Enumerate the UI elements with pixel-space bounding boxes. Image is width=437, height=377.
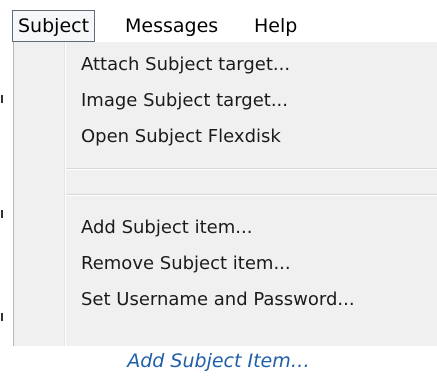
menu-item-label: Open Subject Flexdisk	[81, 126, 281, 147]
menu-item-open-subject-flexdisk[interactable]: Open Subject Flexdisk	[81, 119, 281, 155]
menu-item-image-subject-target[interactable]: Image Subject target...	[81, 83, 288, 119]
menu-item-label: Remove Subject item...	[81, 253, 291, 274]
menu-help-label: Help	[254, 15, 298, 37]
menu-help[interactable]: Help	[249, 10, 302, 42]
menu-item-label: Add Subject item...	[81, 217, 253, 238]
menu-item-set-username-password[interactable]: Set Username and Password...	[81, 282, 355, 318]
subject-dropdown-menu: Attach Subject target... Image Subject t…	[13, 42, 437, 346]
menu-messages[interactable]: Messages	[120, 10, 223, 42]
menu-subject-label: Subject	[18, 15, 90, 37]
menu-item-label: Set Username and Password...	[81, 289, 355, 310]
figure-caption: Add Subject Item…	[127, 350, 310, 372]
menu-subject[interactable]: Subject	[12, 10, 96, 42]
menu-item-attach-subject-target[interactable]: Attach Subject target...	[81, 47, 290, 83]
window-edge-mark	[1, 210, 3, 218]
window-edge-mark	[1, 313, 3, 321]
menu-item-remove-subject-item[interactable]: Remove Subject item...	[81, 246, 291, 282]
menu-separator-highlight	[66, 195, 437, 196]
menu-separator-highlight	[66, 169, 437, 170]
menu-item-label: Image Subject target...	[81, 90, 288, 111]
menu-messages-label: Messages	[125, 15, 219, 37]
menu-item-label: Attach Subject target...	[81, 54, 291, 75]
window-edge-mark	[1, 95, 3, 103]
menu-item-add-subject-item[interactable]: Add Subject item...	[81, 210, 252, 246]
